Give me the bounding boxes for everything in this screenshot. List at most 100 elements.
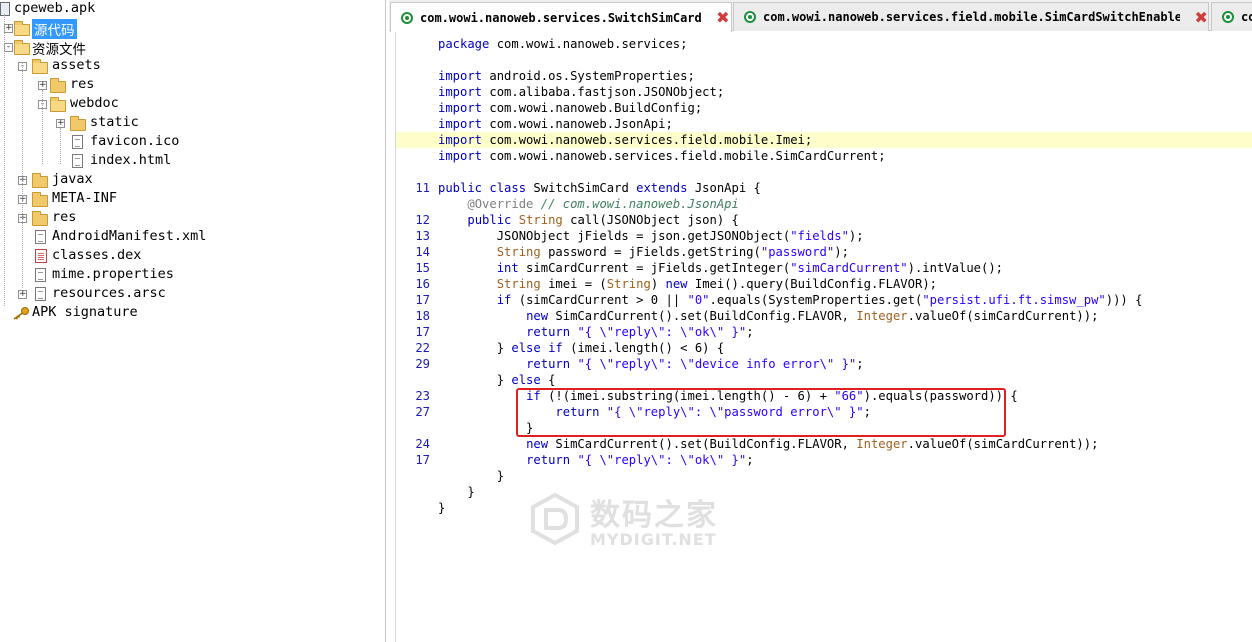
class-icon	[1222, 11, 1234, 23]
close-tab-icon[interactable]: ✖	[1194, 8, 1208, 27]
code-line[interactable]: 29 return "{ \"reply\": \"device info er…	[396, 356, 1252, 372]
folder-icon	[14, 21, 30, 36]
tree-item[interactable]: cpeweb.apk	[0, 0, 385, 19]
tree-item[interactable]: - webdoc	[0, 95, 385, 114]
code-line[interactable]: }	[396, 500, 1252, 516]
tree-item-label: classes.dex	[52, 247, 142, 263]
line-number: 17	[415, 325, 430, 339]
code-line[interactable]: 16 String imei = (String) new Imei().que…	[396, 276, 1252, 292]
code-text: new SimCardCurrent().set(BuildConfig.FLA…	[526, 437, 1099, 451]
code-line[interactable]: 15 int simCardCurrent = jFields.getInteg…	[396, 260, 1252, 276]
code-line[interactable]: @Override // com.wowi.nanoweb.JsonApi	[396, 196, 1252, 212]
code-line[interactable]: package com.wowi.nanoweb.services;	[396, 36, 1252, 52]
code-editor[interactable]: package com.wowi.nanoweb.services; import…	[395, 32, 1252, 642]
tree-item[interactable]: favicon.ico	[0, 133, 385, 152]
expand-icon[interactable]: +	[4, 24, 13, 33]
tree-item[interactable]: classes.dex	[0, 247, 385, 266]
code-text: if (simCardCurrent > 0 || "0".equals(Sys…	[496, 293, 1143, 307]
code-line[interactable]: 22 } else if (imei.length() < 6) {	[396, 340, 1252, 356]
tree-item[interactable]: mime.properties	[0, 266, 385, 285]
code-line[interactable]	[396, 164, 1252, 180]
tree-guide-line	[42, 90, 43, 164]
code-line[interactable]: 17 if (simCardCurrent > 0 || "0".equals(…	[396, 292, 1252, 308]
tree-item[interactable]: index.html	[0, 152, 385, 171]
code-text: }	[438, 469, 505, 483]
apk-icon	[0, 2, 10, 16]
dex-icon	[35, 249, 47, 263]
code-line[interactable]: import com.wowi.nanoweb.services.field.m…	[396, 132, 1252, 148]
file-icon	[72, 135, 83, 149]
folder-icon	[32, 173, 48, 188]
code-line[interactable]: import android.os.SystemProperties;	[396, 68, 1252, 84]
tree-item-label: static	[90, 114, 139, 130]
line-number: 18	[415, 309, 430, 323]
code-text: import com.wowi.nanoweb.services.field.m…	[438, 133, 813, 147]
tree-item[interactable]: + res	[0, 76, 385, 95]
code-text: package com.wowi.nanoweb.services;	[438, 37, 688, 51]
code-line[interactable]: import com.wowi.nanoweb.BuildConfig;	[396, 100, 1252, 116]
code-line[interactable]: import com.alibaba.fastjson.JSONObject;	[396, 84, 1252, 100]
code-text: JSONObject jFields = json.getJSONObject(…	[438, 229, 864, 243]
tree-item[interactable]: APK signature	[0, 304, 385, 323]
line-number: 15	[415, 261, 430, 275]
code-line[interactable]: import com.wowi.nanoweb.services.field.m…	[396, 148, 1252, 164]
code-text: import android.os.SystemProperties;	[438, 69, 695, 83]
tree-item-label: webdoc	[70, 95, 119, 111]
watermark: 数码之家 MYDIGIT.NET	[528, 488, 728, 552]
editor-tab[interactable]: co	[1211, 2, 1252, 31]
tree-item[interactable]: + res	[0, 209, 385, 228]
code-line[interactable]: 13 JSONObject jFields = json.getJSONObje…	[396, 228, 1252, 244]
tab-label: com.wowi.nanoweb.services.SwitchSimCard	[420, 10, 702, 25]
watermark-logo-icon	[531, 492, 579, 546]
folder-icon	[32, 211, 48, 226]
close-tab-icon[interactable]: ✖	[716, 8, 730, 27]
code-line[interactable]: 14 String password = jFields.getString("…	[396, 244, 1252, 260]
line-number: 24	[415, 437, 430, 451]
tree-item-label: index.html	[90, 152, 172, 168]
code-text: int simCardCurrent = jFields.getInteger(…	[496, 261, 1004, 275]
tree-item[interactable]: + javax	[0, 171, 385, 190]
collapse-icon[interactable]: -	[4, 43, 13, 52]
line-number: 16	[415, 277, 430, 291]
expand-icon[interactable]: +	[56, 119, 65, 128]
tree-item[interactable]: - 资源文件	[0, 38, 385, 58]
tree-item-label: 源代码	[32, 19, 77, 39]
code-line[interactable]: 12 public String call(JSONObject json) {	[396, 212, 1252, 228]
watermark-text-cn: 数码之家	[590, 498, 718, 533]
code-line[interactable]: 11 public class SwitchSimCard extends Jso…	[396, 180, 1252, 196]
code-text: return "{ \"reply\": \"ok\" }";	[526, 325, 754, 339]
code-line[interactable]: import com.wowi.nanoweb.JsonApi;	[396, 116, 1252, 132]
tree-item-label: res	[52, 209, 77, 225]
code-text: import com.wowi.nanoweb.services.field.m…	[438, 149, 886, 163]
tree-item[interactable]: + resources.arsc	[0, 285, 385, 304]
code-text: } else {	[438, 373, 556, 387]
tree-item-label: 资源文件	[32, 42, 86, 58]
code-line[interactable]: }	[396, 484, 1252, 500]
tree-item-label: META-INF	[52, 190, 118, 206]
tree-item[interactable]: + 源代码	[0, 19, 385, 39]
folder-icon	[32, 59, 48, 74]
code-line[interactable]: 24 new SimCardCurrent().set(BuildConfig.…	[396, 436, 1252, 452]
class-icon	[744, 11, 756, 23]
expand-icon[interactable]: +	[18, 290, 27, 299]
code-text: return "{ \"reply\": \"device info error…	[526, 357, 864, 371]
line-number: 27	[415, 405, 430, 419]
tree-item[interactable]: AndroidManifest.xml	[0, 228, 385, 247]
code-line[interactable]	[396, 52, 1252, 68]
tab-label: com.wowi.nanoweb.services.field.mobile.S…	[763, 10, 1181, 24]
code-line[interactable]: } else {	[396, 372, 1252, 388]
tree-item-label: AndroidManifest.xml	[52, 228, 207, 244]
code-text: new SimCardCurrent().set(BuildConfig.FLA…	[526, 309, 1099, 323]
expand-icon[interactable]: +	[38, 81, 47, 90]
tree-item[interactable]: + META-INF	[0, 190, 385, 209]
tree-item-label: res	[70, 76, 95, 92]
editor-tab[interactable]: com.wowi.nanoweb.services.field.mobile.S…	[733, 2, 1209, 31]
line-number: 22	[415, 341, 430, 355]
code-line[interactable]: }	[396, 468, 1252, 484]
tree-item[interactable]: + static	[0, 114, 385, 133]
code-line[interactable]: 17 return "{ \"reply\": \"ok\" }";	[396, 452, 1252, 468]
editor-tab[interactable]: com.wowi.nanoweb.services.SwitchSimCard ✖	[390, 2, 732, 32]
code-line[interactable]: 17 return "{ \"reply\": \"ok\" }";	[396, 324, 1252, 340]
code-line[interactable]: 18 new SimCardCurrent().set(BuildConfig.…	[396, 308, 1252, 324]
tree-item[interactable]: - assets	[0, 57, 385, 76]
